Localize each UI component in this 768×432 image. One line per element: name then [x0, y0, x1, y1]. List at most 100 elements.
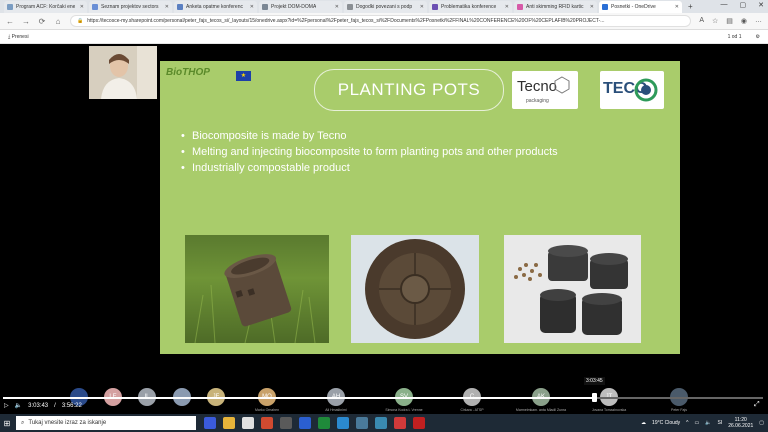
taskbar-app-icon[interactable] [299, 417, 311, 429]
settings-icon[interactable]: ⚙ [756, 34, 760, 40]
taskbar-app-icon[interactable] [413, 417, 425, 429]
tab-label: Posnetki - OneDrive [611, 3, 656, 10]
tecno-packaging-logo: Tecno packaging [512, 71, 578, 109]
hexagon-icon [554, 76, 570, 94]
teco-ring-icon [634, 78, 658, 102]
taskbar-apps [204, 417, 425, 429]
browser-tab[interactable]: Anketa opatme konferenc ✕ [174, 0, 257, 13]
lock-icon: 🔒 [77, 18, 84, 24]
clock[interactable]: 11:20 26.06.2021 [728, 417, 753, 429]
tab-close-icon[interactable]: ✕ [250, 4, 254, 10]
bullet-item: Biocomposite is made by Tecno [180, 129, 580, 143]
tab-label: Problematika konference [441, 3, 497, 10]
pot-on-grass-photo [185, 235, 329, 343]
tab-close-icon[interactable]: ✕ [590, 4, 594, 10]
browser-tab[interactable]: Anti skimming RFID kartic ✕ [514, 0, 597, 13]
slide-title: PLANTING POTS [314, 69, 504, 111]
tab-favicon-icon [602, 3, 608, 10]
browser-tab[interactable]: Seznam projektov sectors ✕ [89, 0, 172, 13]
menu-icon[interactable]: … [755, 17, 762, 25]
weather-icon: ☁ [641, 420, 647, 426]
taskbar-app-icon[interactable] [280, 417, 292, 429]
tab-label: Seznam projektov sectors [101, 3, 159, 10]
pdf-toolbar: ⤓ Prenesi 1 od 1 ⚙ [0, 30, 768, 44]
taskbar-app-icon[interactable] [261, 417, 273, 429]
seek-bar[interactable] [3, 397, 763, 399]
chevron-up-icon[interactable]: ^ [686, 420, 688, 426]
eu-flag-icon: ★ [236, 71, 251, 81]
tab-label: Program ACF: Korčaki ene [16, 3, 76, 10]
window-controls: — ▢ ✕ [721, 1, 765, 9]
weather-text: 19°C Cloudy [652, 420, 681, 426]
tab-close-icon[interactable]: ✕ [420, 4, 424, 10]
bullet-item: Melting and injecting biocomposite to fo… [180, 145, 580, 159]
tab-label: Anti skimming RFID kartic [526, 3, 584, 10]
close-window-icon[interactable]: ✕ [758, 1, 764, 9]
taskbar-app-icon[interactable] [394, 417, 406, 429]
tab-close-icon[interactable]: ✕ [165, 4, 169, 10]
maximize-icon[interactable]: ▢ [740, 1, 747, 9]
browser-tools: A ☆ ▤ ◉ … [699, 17, 762, 25]
speaker-webcam [89, 46, 157, 99]
collections-icon[interactable]: ▤ [726, 17, 733, 25]
browser-tab[interactable]: Problematika konference ✕ [429, 0, 512, 13]
fullscreen-icon[interactable]: ⤢ [754, 401, 760, 409]
download-button[interactable]: Prenesi [12, 34, 29, 40]
back-icon[interactable]: ← [6, 17, 14, 26]
participant-name: Simona Kodra Ŀ Vrenne [385, 408, 423, 412]
windows-start-icon[interactable]: ⊞ [0, 419, 14, 428]
new-tab-button[interactable]: + [684, 2, 697, 11]
browser-tab[interactable]: Projekt DOM-DOMA ✕ [259, 0, 342, 13]
windows-taskbar: ⊞ ⌕ Tukaj vnesite izraz za iskanje ☁ 19°… [0, 414, 768, 432]
home-icon[interactable]: ⌂ [54, 17, 62, 26]
taskbar-app-icon[interactable] [242, 417, 254, 429]
presentation-slide: BioTHOP ★ PLANTING POTS Tecno packaging … [160, 61, 680, 354]
favorite-icon[interactable]: ☆ [712, 17, 718, 25]
current-time: 3:03:43 [28, 402, 49, 409]
forward-icon[interactable]: → [22, 17, 30, 26]
tab-favicon-icon [92, 3, 98, 10]
minimize-icon[interactable]: — [721, 1, 728, 9]
system-tray: ☁ 19°C Cloudy ^ ▭ 🔈 SI 11:20 26.06.2021 … [641, 417, 768, 429]
taskbar-app-icon[interactable] [318, 417, 330, 429]
browser-tab[interactable]: Program ACF: Korčaki ene ✕ [4, 0, 87, 13]
biothop-logo: BioTHOP [166, 67, 210, 78]
pot-top-view-photo [351, 235, 479, 343]
tab-favicon-icon [347, 3, 353, 10]
tab-close-icon[interactable]: ✕ [675, 4, 679, 10]
bullet-list: Biocomposite is made by Tecno Melting an… [180, 129, 580, 177]
tab-close-icon[interactable]: ✕ [335, 4, 339, 10]
taskbar-search[interactable]: ⌕ Tukaj vnesite izraz za iskanje [16, 416, 196, 430]
bullet-item: Industrially compostable product [180, 161, 580, 175]
network-icon[interactable]: ▭ [695, 420, 700, 426]
speaker-icon[interactable]: 🔈 [705, 420, 711, 426]
seek-handle[interactable] [592, 393, 597, 402]
address-bar-row: ← → ⟳ ⌂ 🔒 https://tecosce-my.sharepoint.… [0, 13, 768, 30]
taskbar-app-icon[interactable] [337, 417, 349, 429]
read-aloud-icon[interactable]: A [699, 17, 704, 25]
play-icon[interactable]: ▷ [4, 402, 9, 409]
participant-name: Marko Omahen [254, 408, 280, 412]
clock-date: 26.06.2021 [728, 423, 754, 429]
taskbar-app-icon[interactable] [204, 417, 216, 429]
teco-logo: TECO [600, 71, 664, 109]
refresh-icon[interactable]: ⟳ [38, 17, 46, 26]
browser-tab[interactable]: Posnetki - OneDrive ✕ [599, 0, 682, 13]
profile-icon[interactable]: ◉ [741, 17, 747, 25]
tab-close-icon[interactable]: ✕ [80, 4, 84, 10]
url-field[interactable]: 🔒 https://tecosce-my.sharepoint.com/pers… [70, 15, 692, 27]
taskbar-app-icon[interactable] [356, 417, 368, 429]
participant-name: Marmelmkam. anta Mladil Zunra [515, 408, 567, 412]
taskbar-app-icon[interactable] [223, 417, 235, 429]
browser-tab-bar: Program ACF: Korčaki ene ✕ Seznam projekto… [0, 0, 768, 13]
participant-name: Ali Hmaštnimi [325, 408, 347, 412]
taskbar-app-icon[interactable] [375, 417, 387, 429]
notifications-icon[interactable]: ▢ [759, 420, 764, 426]
tab-favicon-icon [432, 3, 438, 10]
language-indicator[interactable]: SI [718, 420, 723, 426]
tab-label: Projekt DOM-DOMA [271, 3, 317, 10]
browser-tab[interactable]: Dogodki povezani s podp ✕ [344, 0, 427, 13]
search-icon: ⌕ [21, 419, 25, 426]
volume-icon[interactable]: 🔈 [15, 402, 22, 409]
tab-close-icon[interactable]: ✕ [505, 4, 509, 10]
